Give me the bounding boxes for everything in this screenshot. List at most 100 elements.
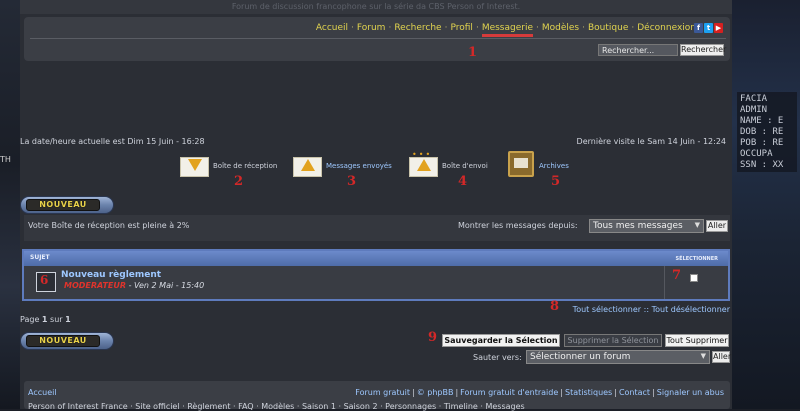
message-date: - Ven 2 Mai - 15:40 [126, 281, 205, 290]
delete-selection-button[interactable]: Supprimer la Sélection [564, 334, 662, 347]
select-controls: Tout sélectionner :: Tout désélectionner [573, 305, 730, 314]
nav-item-forum[interactable]: Forum [357, 23, 386, 33]
delete-all-button[interactable]: Tout Supprimer [665, 334, 729, 347]
folder-outbox[interactable]: ••• Boîte d'envoi [409, 150, 488, 177]
jump-select[interactable]: Sélectionner un forum ▼ [526, 350, 710, 364]
nav-separator: · [388, 23, 392, 33]
pagination: Page 1 sur 1 [20, 315, 71, 324]
chevron-down-icon: ▼ [694, 221, 700, 229]
footer-link[interactable]: Signaler un abus [657, 388, 724, 397]
inbox-icon [180, 155, 209, 177]
folder-label[interactable]: Messages envoyés [326, 162, 392, 170]
footer-separator: | [412, 388, 415, 397]
facebook-icon[interactable]: f [694, 23, 703, 33]
footer-separator: | [614, 388, 617, 397]
background-left: TH [0, 0, 20, 409]
select-all-link[interactable]: Tout sélectionner [573, 305, 641, 314]
outbox-icon: ••• [409, 150, 438, 177]
footer-separator: | [560, 388, 563, 397]
nav-separator: · [631, 23, 635, 33]
message-title[interactable]: Nouveau règlement [61, 270, 161, 280]
new-message-button-bottom[interactable]: NOUVEAU [20, 332, 114, 350]
nav-separator: · [351, 23, 354, 33]
folder-sent[interactable]: Messages envoyés [293, 155, 392, 177]
jump-value: Sélectionner un forum [530, 352, 631, 362]
background-right: FACIA ADMIN NAME : E DOB : RE POB : RE O… [732, 0, 800, 409]
youtube-icon[interactable]: ▶ [714, 23, 723, 33]
folder-label[interactable]: Archives [539, 162, 569, 170]
footer-nav-links[interactable]: Person of Interest France · Site officie… [28, 402, 525, 411]
new-message-label: NOUVEAU [26, 335, 100, 347]
chevron-down-icon: ▼ [700, 352, 706, 360]
nav-item-profil[interactable]: Profil [450, 23, 472, 33]
nav-item-accueil[interactable]: Accueil [316, 23, 348, 33]
show-since-value: Tous mes messages [593, 221, 683, 231]
nav-separator: · [582, 23, 585, 33]
show-since-go-button[interactable]: Aller [706, 220, 728, 232]
annotation-2: 2 [234, 174, 244, 189]
new-message-label: NOUVEAU [26, 199, 100, 211]
footer-home-link[interactable]: Accueil [28, 388, 57, 397]
folder-inbox[interactable]: Boîte de réception [180, 155, 277, 177]
nav-item-messagerie[interactable]: Messagerie [481, 23, 533, 37]
footer-links: Forum gratuit | © phpBB | Forum gratuit d'en… [355, 388, 724, 397]
search-button[interactable]: Rechercher [680, 44, 726, 56]
inbox-fullness: Votre Boîte de réception est pleine à 2% [28, 221, 190, 230]
new-message-button[interactable]: NOUVEAU [20, 196, 114, 214]
messages-table: SUJET SÉLECTIONNER 6 Nouveau règlement M… [22, 249, 730, 301]
nav-separator: · [444, 23, 448, 33]
message-meta: MODERATEUR - Ven 2 Mai - 15:40 [64, 281, 204, 290]
show-since-label: Montrer les messages depuis: [458, 221, 578, 230]
folder-label[interactable]: Boîte de réception [213, 162, 277, 170]
nav-item-recherche[interactable]: Recherche [394, 23, 441, 33]
footer-link[interactable]: Statistiques [565, 388, 612, 397]
folder-label[interactable]: Boîte d'envoi [442, 162, 488, 170]
footer-separator: | [652, 388, 655, 397]
jump-go-button[interactable]: Aller [712, 351, 731, 363]
nav-item-modèles[interactable]: Modèles [542, 23, 579, 33]
jump-label: Sauter vers: [473, 353, 522, 362]
message-author-role[interactable]: MODERATEUR [64, 281, 126, 290]
footer-link[interactable]: Contact [619, 388, 650, 397]
main-nav: Accueil · Forum · Recherche · Profil · Messageri… [316, 23, 696, 37]
table-row[interactable]: 6 Nouveau règlement MODERATEUR - Ven 2 M… [24, 266, 728, 299]
social-links: f t ▶ [693, 23, 723, 33]
column-divider [664, 266, 665, 299]
annotation-9: 9 [428, 330, 438, 345]
annotation-7: 7 [672, 268, 682, 283]
pagination-total: 1 [65, 315, 71, 324]
column-subject: SUJET [30, 254, 50, 261]
twitter-icon[interactable]: t [704, 23, 713, 33]
current-datetime: La date/heure actuelle est Dim 15 Juin -… [20, 137, 205, 146]
column-select: SÉLECTIONNER [675, 256, 718, 262]
annotation-1: 1 [468, 45, 478, 60]
archives-icon [506, 151, 535, 177]
search-input[interactable]: Rechercher... [598, 44, 678, 56]
nav-separator: · [475, 23, 479, 33]
annotation-3: 3 [347, 174, 357, 189]
select-separator: :: [641, 305, 652, 314]
annotation-5: 5 [551, 174, 561, 189]
deselect-all-link[interactable]: Tout désélectionner [652, 305, 730, 314]
annotation-4: 4 [458, 174, 468, 189]
header-subtitle: Forum de discussion francophone sur la s… [231, 2, 521, 11]
side-bio-card: FACIA ADMIN NAME : E DOB : RE POB : RE O… [737, 92, 797, 172]
background-text: TH [0, 155, 11, 164]
nav-item-boutique[interactable]: Boutique [588, 23, 628, 33]
footer-link[interactable]: Forum gratuit d'entraide [460, 388, 558, 397]
nav-item-déconnexion[interactable]: Déconnexion [637, 23, 696, 33]
footer-link[interactable]: Forum gratuit [355, 388, 410, 397]
last-visit: Dernière visite le Sam 14 Juin - 12:24 [576, 137, 726, 146]
nav-divider [30, 38, 726, 39]
table-header: SUJET SÉLECTIONNER [24, 251, 728, 266]
show-since-select[interactable]: Tous mes messages ▼ [589, 219, 704, 233]
nav-separator: · [536, 23, 539, 33]
footer-link[interactable]: © phpBB [417, 388, 454, 397]
pagination-prefix: Page [20, 315, 42, 324]
footer-separator: | [455, 388, 459, 397]
navigation-bar: Accueil · Forum · Recherche · Profil · Messageri… [24, 17, 730, 61]
select-checkbox[interactable] [690, 274, 698, 282]
pagination-middle: sur [47, 315, 66, 324]
save-selection-button[interactable]: Sauvegarder la Sélection [442, 334, 560, 347]
annotation-8: 8 [550, 299, 560, 314]
